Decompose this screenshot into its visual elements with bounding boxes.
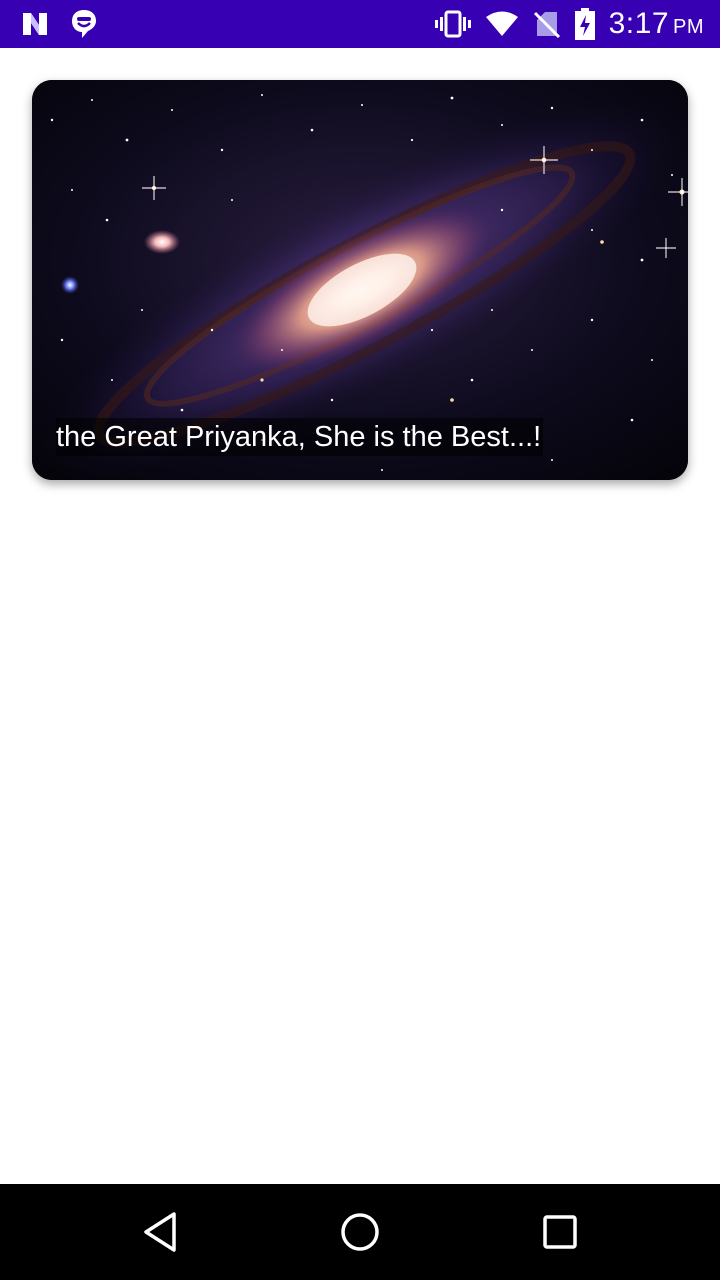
home-icon (341, 1213, 379, 1251)
image-card[interactable]: the Great Priyanka, She is the Best...! (32, 80, 688, 480)
n-logo-icon (20, 9, 50, 39)
home-button[interactable] (336, 1208, 384, 1256)
no-sim-icon (533, 10, 561, 38)
back-button[interactable] (136, 1208, 184, 1256)
recents-button[interactable] (536, 1208, 584, 1256)
messenger-icon (70, 8, 98, 40)
main-content: the Great Priyanka, She is the Best...! (0, 48, 720, 1184)
status-right-icons: 3:17 PM (434, 6, 704, 42)
recents-icon (543, 1215, 577, 1249)
clock-time: 3:17 (608, 7, 669, 40)
card-caption: the Great Priyanka, She is the Best...! (56, 418, 544, 456)
wifi-icon (485, 11, 519, 37)
vibrate-icon (434, 10, 471, 38)
status-bar: 3:17 PM (0, 0, 720, 48)
clock: 3:17 PM (609, 7, 704, 41)
battery-charging-icon (574, 8, 595, 40)
clock-ampm: PM (673, 16, 704, 38)
status-left-icons (20, 8, 98, 40)
back-icon (144, 1212, 176, 1252)
navigation-bar (0, 1184, 720, 1280)
